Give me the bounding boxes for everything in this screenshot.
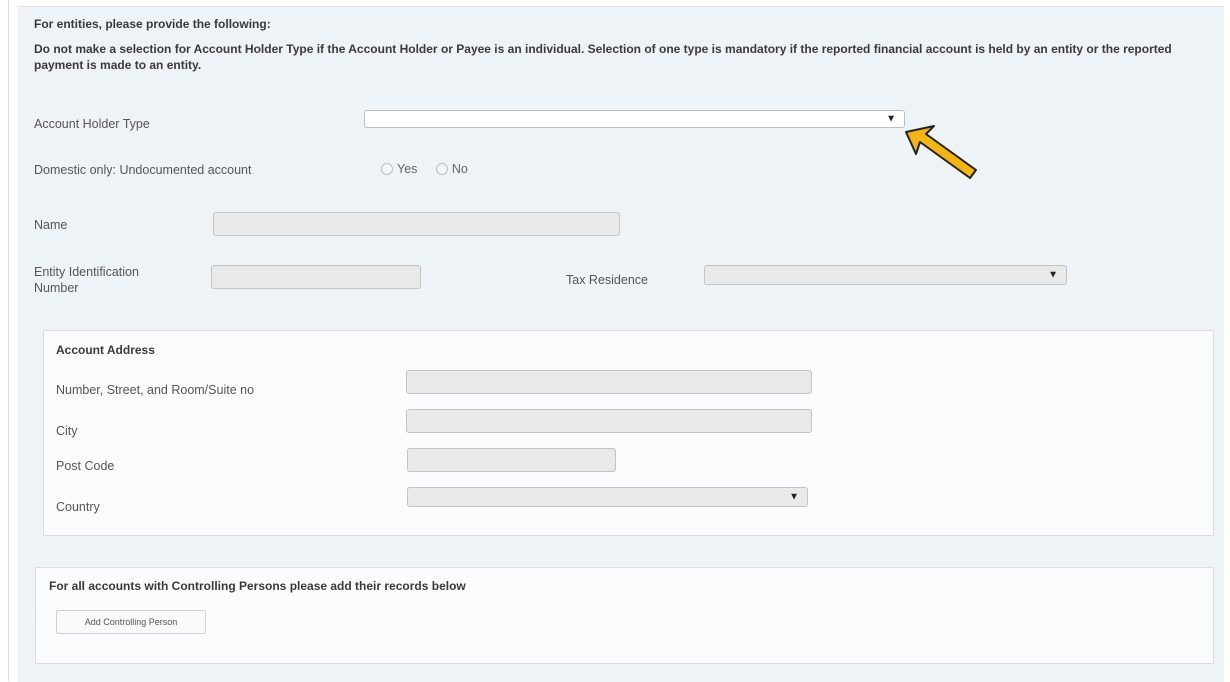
entities-header: For entities, please provide the followi…	[34, 17, 271, 31]
post-code-input[interactable]	[407, 448, 616, 472]
undocumented-radio-group: Yes No	[381, 160, 482, 178]
name-input[interactable]	[213, 212, 620, 236]
radio-no[interactable]	[435, 162, 448, 175]
radio-yes[interactable]	[381, 162, 393, 175]
controlling-persons-header: For all accounts with Controlling Person…	[49, 579, 466, 593]
radio-no-label: No	[451, 161, 468, 176]
chevron-down-icon: ▼	[1048, 269, 1058, 281]
post-code-label: Post Code	[56, 459, 115, 473]
chevron-down-icon: ▼	[886, 113, 896, 125]
tax-residence-label: Tax Residence	[566, 273, 648, 287]
add-controlling-person-button[interactable]: Add Controlling Person	[56, 610, 206, 634]
entity-id-input[interactable]	[211, 265, 421, 289]
street-label: Number, Street, and Room/Suite no	[56, 383, 255, 397]
name-label: Name	[34, 218, 68, 232]
entity-id-label-line2: Number	[34, 281, 79, 295]
city-input[interactable]	[406, 409, 812, 433]
account-address-title: Account Address	[56, 343, 155, 357]
arrow-pointer-icon	[905, 125, 977, 179]
entity-id-label-line1: Entity Identification	[34, 265, 139, 279]
undocumented-account-label: Domestic only: Undocumented account	[34, 163, 252, 177]
radio-yes-label: Yes	[397, 161, 418, 176]
account-holder-type-label: Account Holder Type	[34, 117, 150, 131]
entity-id-label: Entity Identification Number	[34, 264, 139, 296]
country-label: Country	[56, 500, 100, 514]
left-border	[8, 0, 9, 681]
entities-note: Do not make a selection for Account Hold…	[34, 42, 1172, 72]
city-label: City	[56, 424, 78, 438]
country-select[interactable]: ▼	[407, 487, 808, 507]
chevron-down-icon: ▼	[789, 491, 799, 503]
account-holder-type-select[interactable]: ▼	[364, 110, 905, 128]
street-input[interactable]	[406, 370, 812, 394]
tax-residence-select[interactable]: ▼	[704, 265, 1067, 285]
